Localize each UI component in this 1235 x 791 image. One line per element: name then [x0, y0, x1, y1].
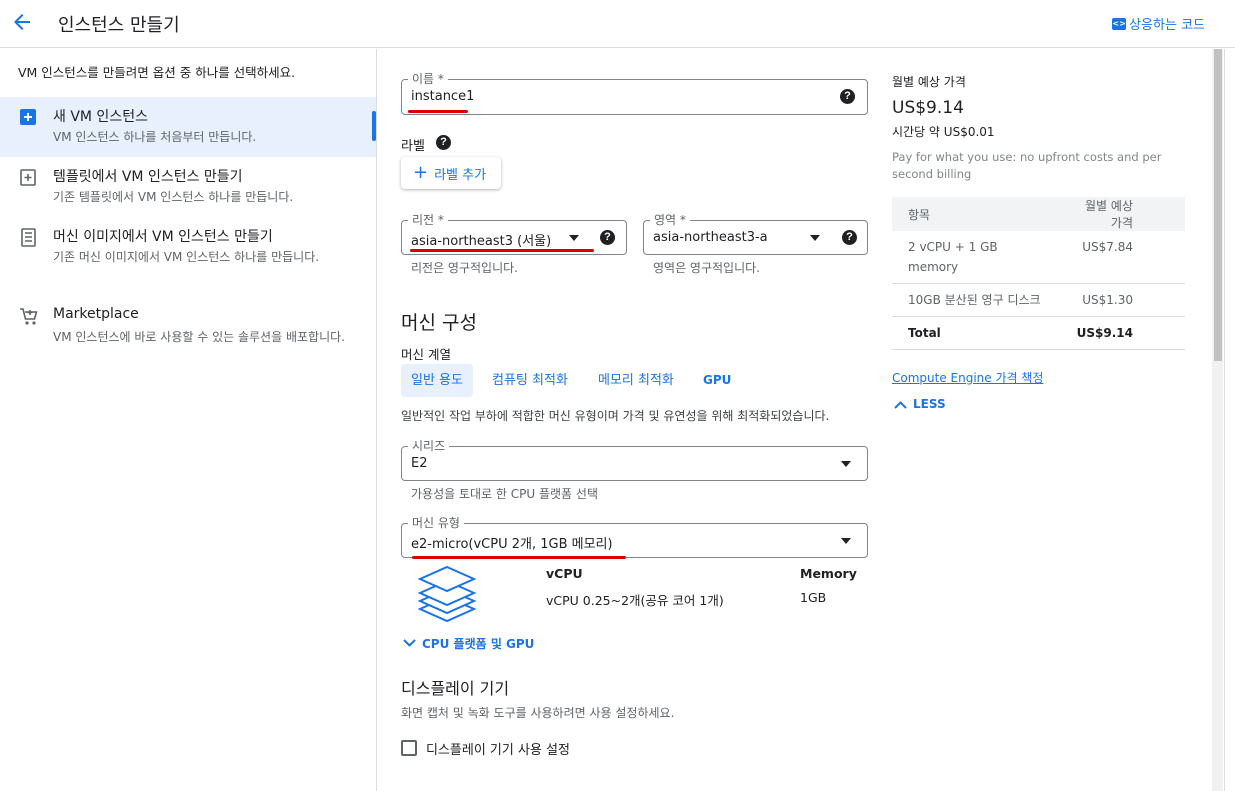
tab-memory-optimized[interactable]: 메모리 최적화 — [588, 364, 684, 397]
add-box-icon — [20, 109, 36, 125]
display-device-desc: 화면 캡처 및 녹화 도구를 사용하려면 사용 설정하세요. — [401, 706, 675, 720]
dropdown-arrow-icon — [569, 235, 579, 241]
template-add-icon — [20, 169, 36, 186]
hourly-price: 시간당 약 US$0.01 — [892, 125, 995, 139]
dropdown-arrow-icon — [841, 461, 851, 467]
zone-label: 영역 * — [650, 213, 690, 227]
table-total-row: Total US$9.14 — [892, 316, 1185, 350]
cost-table: 항목 월별 예상 가격 2 vCPU + 1 GB memory US$7.84… — [892, 197, 1185, 350]
display-device-heading: 디스플레이 기기 — [401, 679, 510, 698]
memory-heading: Memory — [800, 566, 857, 581]
help-icon[interactable]: ? — [842, 230, 857, 245]
labels-heading: 라벨 — [401, 139, 425, 154]
selected-indicator — [372, 111, 376, 141]
equivalent-code-label: 상응하는 코드 — [1129, 18, 1205, 33]
option-new-vm[interactable]: 새 VM 인스턴스 VM 인스턴스 하나를 처음부터 만듭니다. — [0, 97, 376, 157]
series-hint: 가용성을 토대로 한 CPU 플랫폼 선택 — [411, 487, 598, 501]
table-header-row: 항목 월별 예상 가격 — [892, 197, 1185, 231]
option-marketplace[interactable]: Marketplace VM 인스턴스에 바로 사용할 수 있는 솔루션을 배포… — [0, 299, 376, 369]
cost-item: 10GB 분산된 영구 디스크 — [892, 283, 1061, 317]
option-desc: VM 인스턴스에 바로 사용할 수 있는 솔루션을 배포합니다. — [53, 330, 345, 344]
region-hint: 리전은 영구적입니다. — [411, 261, 518, 275]
help-icon[interactable]: ? — [840, 89, 855, 104]
code-icon: <> — [1112, 17, 1127, 30]
option-title: 머신 이미지에서 VM 인스턴스 만들기 — [53, 229, 273, 245]
region-value: asia-northeast3 (서울) — [411, 234, 552, 249]
column-header: 항목 — [892, 197, 1061, 231]
tab-general-purpose[interactable]: 일반 용도 — [401, 364, 473, 397]
add-label-text: 라벨 추가 — [434, 167, 487, 183]
column-header: 월별 예상 가격 — [1060, 197, 1185, 231]
chevron-down-icon — [403, 639, 416, 647]
option-desc: 기존 머신 이미지에서 VM 인스턴스 하나를 만듭니다. — [53, 250, 320, 264]
zone-hint: 영역은 영구적입니다. — [653, 261, 760, 275]
memory-value: 1GB — [800, 590, 827, 605]
dropdown-arrow-icon — [810, 235, 820, 241]
option-from-machine-image[interactable]: 머신 이미지에서 VM 인스턴스 만들기 기존 머신 이미지에서 VM 인스턴스… — [0, 219, 376, 289]
display-device-checkbox[interactable] — [401, 740, 417, 756]
annotation-underline — [412, 556, 626, 559]
option-title: Marketplace — [53, 306, 139, 322]
equivalent-code-link[interactable]: <> 상응하는 코드 — [1112, 14, 1205, 33]
help-icon[interactable]: ? — [600, 230, 615, 245]
vcpu-value: vCPU 0.25~2개(공유 코어 1개) — [546, 593, 724, 608]
back-arrow-icon[interactable] — [10, 10, 34, 34]
family-description: 일반적인 작업 부하에 적합한 머신 유형이며 가격 및 유연성을 위해 최적화… — [401, 409, 830, 423]
creation-options-pane: VM 인스턴스를 만들려면 옵션 중 하나를 선택하세요. 새 VM 인스턴스 … — [0, 49, 377, 791]
top-bar: 인스턴스 만들기 <> 상응하는 코드 — [0, 0, 1235, 48]
zone-value: asia-northeast3-a — [653, 230, 768, 245]
series-value: E2 — [411, 456, 428, 471]
monthly-price: US$9.14 — [892, 98, 964, 118]
table-row: 2 vCPU + 1 GB memory US$7.84 — [892, 231, 1185, 284]
table-row: 10GB 분산된 영구 디스크 US$1.30 — [892, 283, 1185, 317]
options-intro: VM 인스턴스를 만들려면 옵션 중 하나를 선택하세요. — [18, 65, 296, 80]
pricing-heading: 월별 예상 가격 — [892, 75, 966, 89]
name-field[interactable]: 이름 * instance1 ? — [401, 72, 868, 115]
region-label: 리전 * — [408, 213, 448, 227]
less-label: LESS — [913, 397, 946, 411]
scrollbar-thumb[interactable] — [1214, 49, 1222, 361]
display-device-checkbox-label[interactable]: 디스플레이 기기 사용 설정 — [426, 739, 570, 758]
machine-image-icon — [21, 228, 36, 247]
cpu-platform-link-text: CPU 플랫폼 및 GPU — [422, 637, 535, 651]
name-field-label: 이름 * — [408, 72, 448, 86]
annotation-underline — [410, 249, 594, 252]
plus-icon: + — [413, 162, 429, 183]
option-desc: 기존 템플릿에서 VM 인스턴스 하나를 만듭니다. — [53, 190, 294, 204]
option-desc: VM 인스턴스 하나를 처음부터 만듭니다. — [53, 130, 257, 144]
machine-type-label: 머신 유형 — [408, 516, 464, 530]
name-input[interactable]: instance1 — [411, 89, 474, 104]
help-icon[interactable]: ? — [436, 135, 451, 150]
zone-select[interactable]: 영역 * asia-northeast3-a ? — [643, 213, 868, 255]
pricing-note: Pay for what you use: no upfront costs a… — [892, 150, 1162, 181]
tab-gpu[interactable]: GPU — [693, 364, 741, 397]
series-label: 시리즈 — [408, 439, 450, 453]
cart-icon — [20, 308, 38, 325]
series-select[interactable]: 시리즈 E2 — [401, 439, 868, 481]
machine-stack-icon — [417, 565, 477, 623]
cost-item: 2 vCPU + 1 GB memory — [892, 231, 1061, 284]
tab-compute-optimized[interactable]: 컴퓨팅 최적화 — [482, 364, 578, 397]
page-title: 인스턴스 만들기 — [58, 15, 180, 36]
less-toggle[interactable]: LESS — [894, 397, 946, 411]
machine-type-value: e2-micro(vCPU 2개, 1GB 메모리) — [411, 537, 613, 552]
add-label-button[interactable]: + 라벨 추가 — [401, 157, 501, 189]
total-label: Total — [892, 316, 1061, 350]
pricing-link[interactable]: Compute Engine 가격 책정 — [892, 369, 1043, 386]
option-title: 새 VM 인스턴스 — [53, 109, 148, 125]
total-value: US$9.14 — [1060, 316, 1185, 350]
machine-type-select[interactable]: 머신 유형 e2-micro(vCPU 2개, 1GB 메모리) — [401, 516, 868, 558]
cpu-platform-expander[interactable]: CPU 플랫폼 및 GPU — [403, 635, 534, 652]
divider — [1224, 49, 1225, 791]
chevron-up-icon — [894, 400, 907, 409]
annotation-underline — [408, 110, 468, 113]
option-from-template[interactable]: 템플릿에서 VM 인스턴스 만들기 기존 템플릿에서 VM 인스턴스 하나를 만… — [0, 159, 376, 219]
machine-family-heading: 머신 계열 — [401, 347, 451, 362]
option-title: 템플릿에서 VM 인스턴스 만들기 — [53, 169, 243, 185]
machine-config-heading: 머신 구성 — [401, 312, 477, 334]
cost-price: US$7.84 — [1060, 231, 1185, 284]
cost-price: US$1.30 — [1060, 283, 1185, 317]
dropdown-arrow-icon — [841, 538, 851, 544]
vcpu-heading: vCPU — [546, 566, 583, 581]
